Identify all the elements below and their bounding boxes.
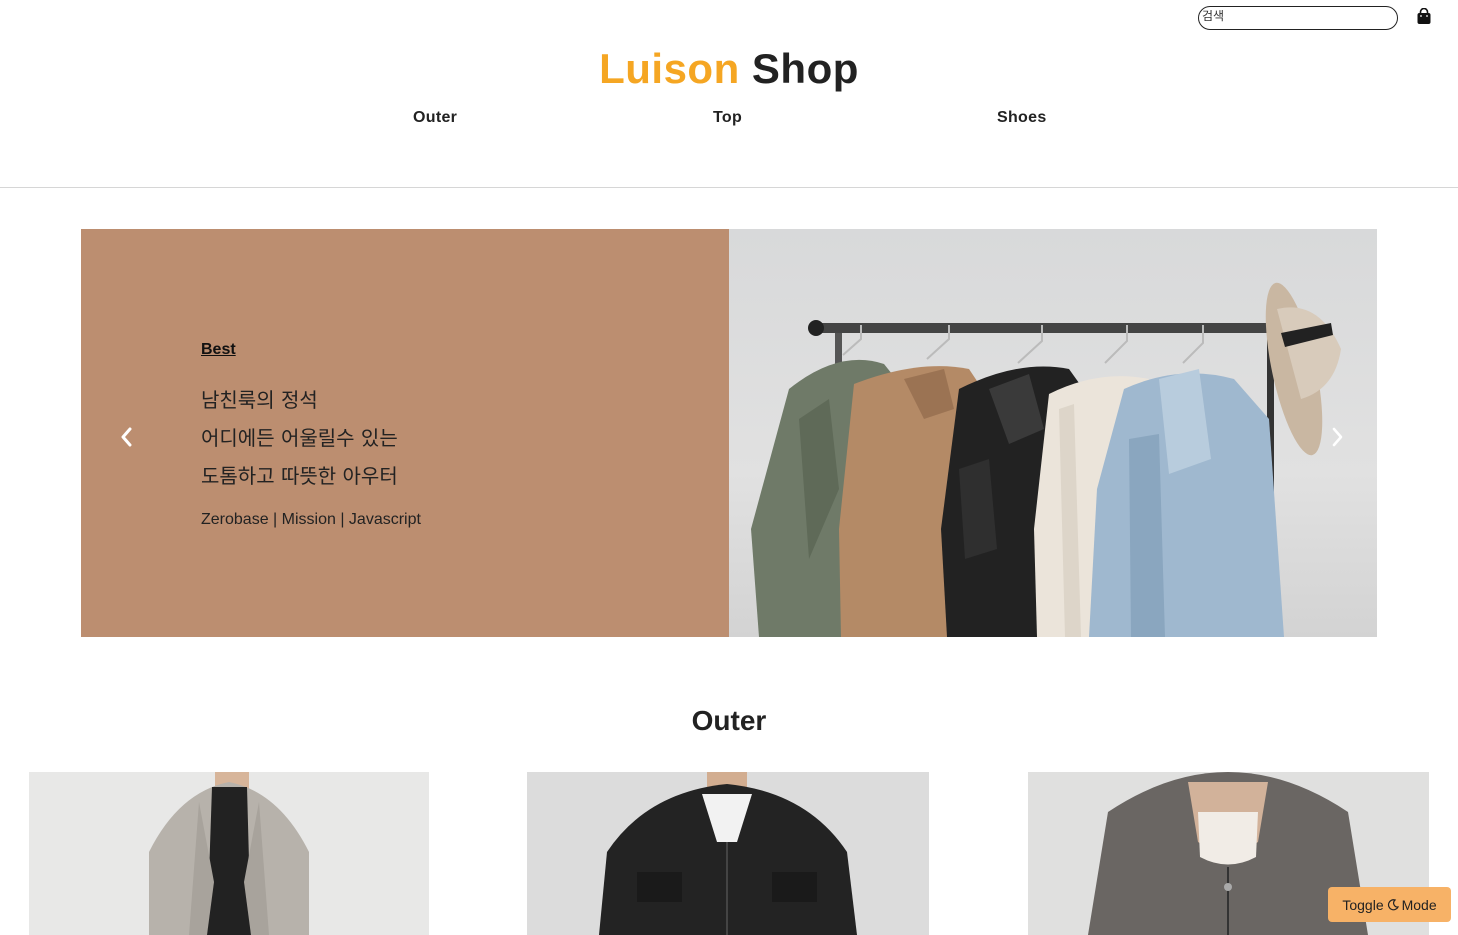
hero-line-2: 어디에든 어울릴수 있는 xyxy=(201,426,398,450)
hero-image xyxy=(729,229,1377,637)
clothing-rack-illustration xyxy=(751,282,1341,637)
product-image xyxy=(527,772,929,935)
page: 검색 Luison Shop Outer Top Shoes Best 남친룩의… xyxy=(0,0,1458,935)
nav-item-outer[interactable]: Outer xyxy=(413,109,457,127)
chevron-left-icon[interactable] xyxy=(117,425,137,449)
section-title: Outer xyxy=(691,705,767,736)
product-card[interactable] xyxy=(29,772,429,935)
hero-carousel: Best 남친룩의 정석 어디에든 어울릴수 있는 도톰하고 따뜻한 아우터 Z… xyxy=(81,229,1377,637)
toggle-label-end: Mode xyxy=(1401,896,1437,913)
hero-line-1: 남친룩의 정석 xyxy=(201,388,318,412)
product-card[interactable] xyxy=(527,772,929,935)
nav-item-shoes[interactable]: Shoes xyxy=(997,109,1047,127)
chevron-right-icon[interactable] xyxy=(1327,425,1347,449)
brand-part-2: Shop xyxy=(751,45,859,92)
moon-icon xyxy=(1387,898,1399,910)
hero-subtitle: Zerobase | Mission | Javascript xyxy=(201,511,421,528)
search-input[interactable]: 검색 xyxy=(1198,6,1398,30)
site-logo[interactable]: Luison Shop xyxy=(0,44,1458,94)
shopping-bag-icon[interactable] xyxy=(1416,8,1432,25)
hero-line-3: 도톰하고 따뜻한 아우터 xyxy=(201,464,398,488)
product-image xyxy=(29,772,429,935)
header-divider xyxy=(0,187,1458,188)
toggle-label-start: Toggle xyxy=(1342,896,1384,913)
toggle-mode-button[interactable]: Toggle Mode xyxy=(1328,887,1451,922)
brand-part-1: Luison xyxy=(599,45,740,92)
nav-item-top[interactable]: Top xyxy=(713,109,742,127)
hero-text-panel: Best 남친룩의 정석 어디에든 어울릴수 있는 도톰하고 따뜻한 아우터 Z… xyxy=(81,229,729,637)
hero-tag[interactable]: Best xyxy=(201,341,236,359)
